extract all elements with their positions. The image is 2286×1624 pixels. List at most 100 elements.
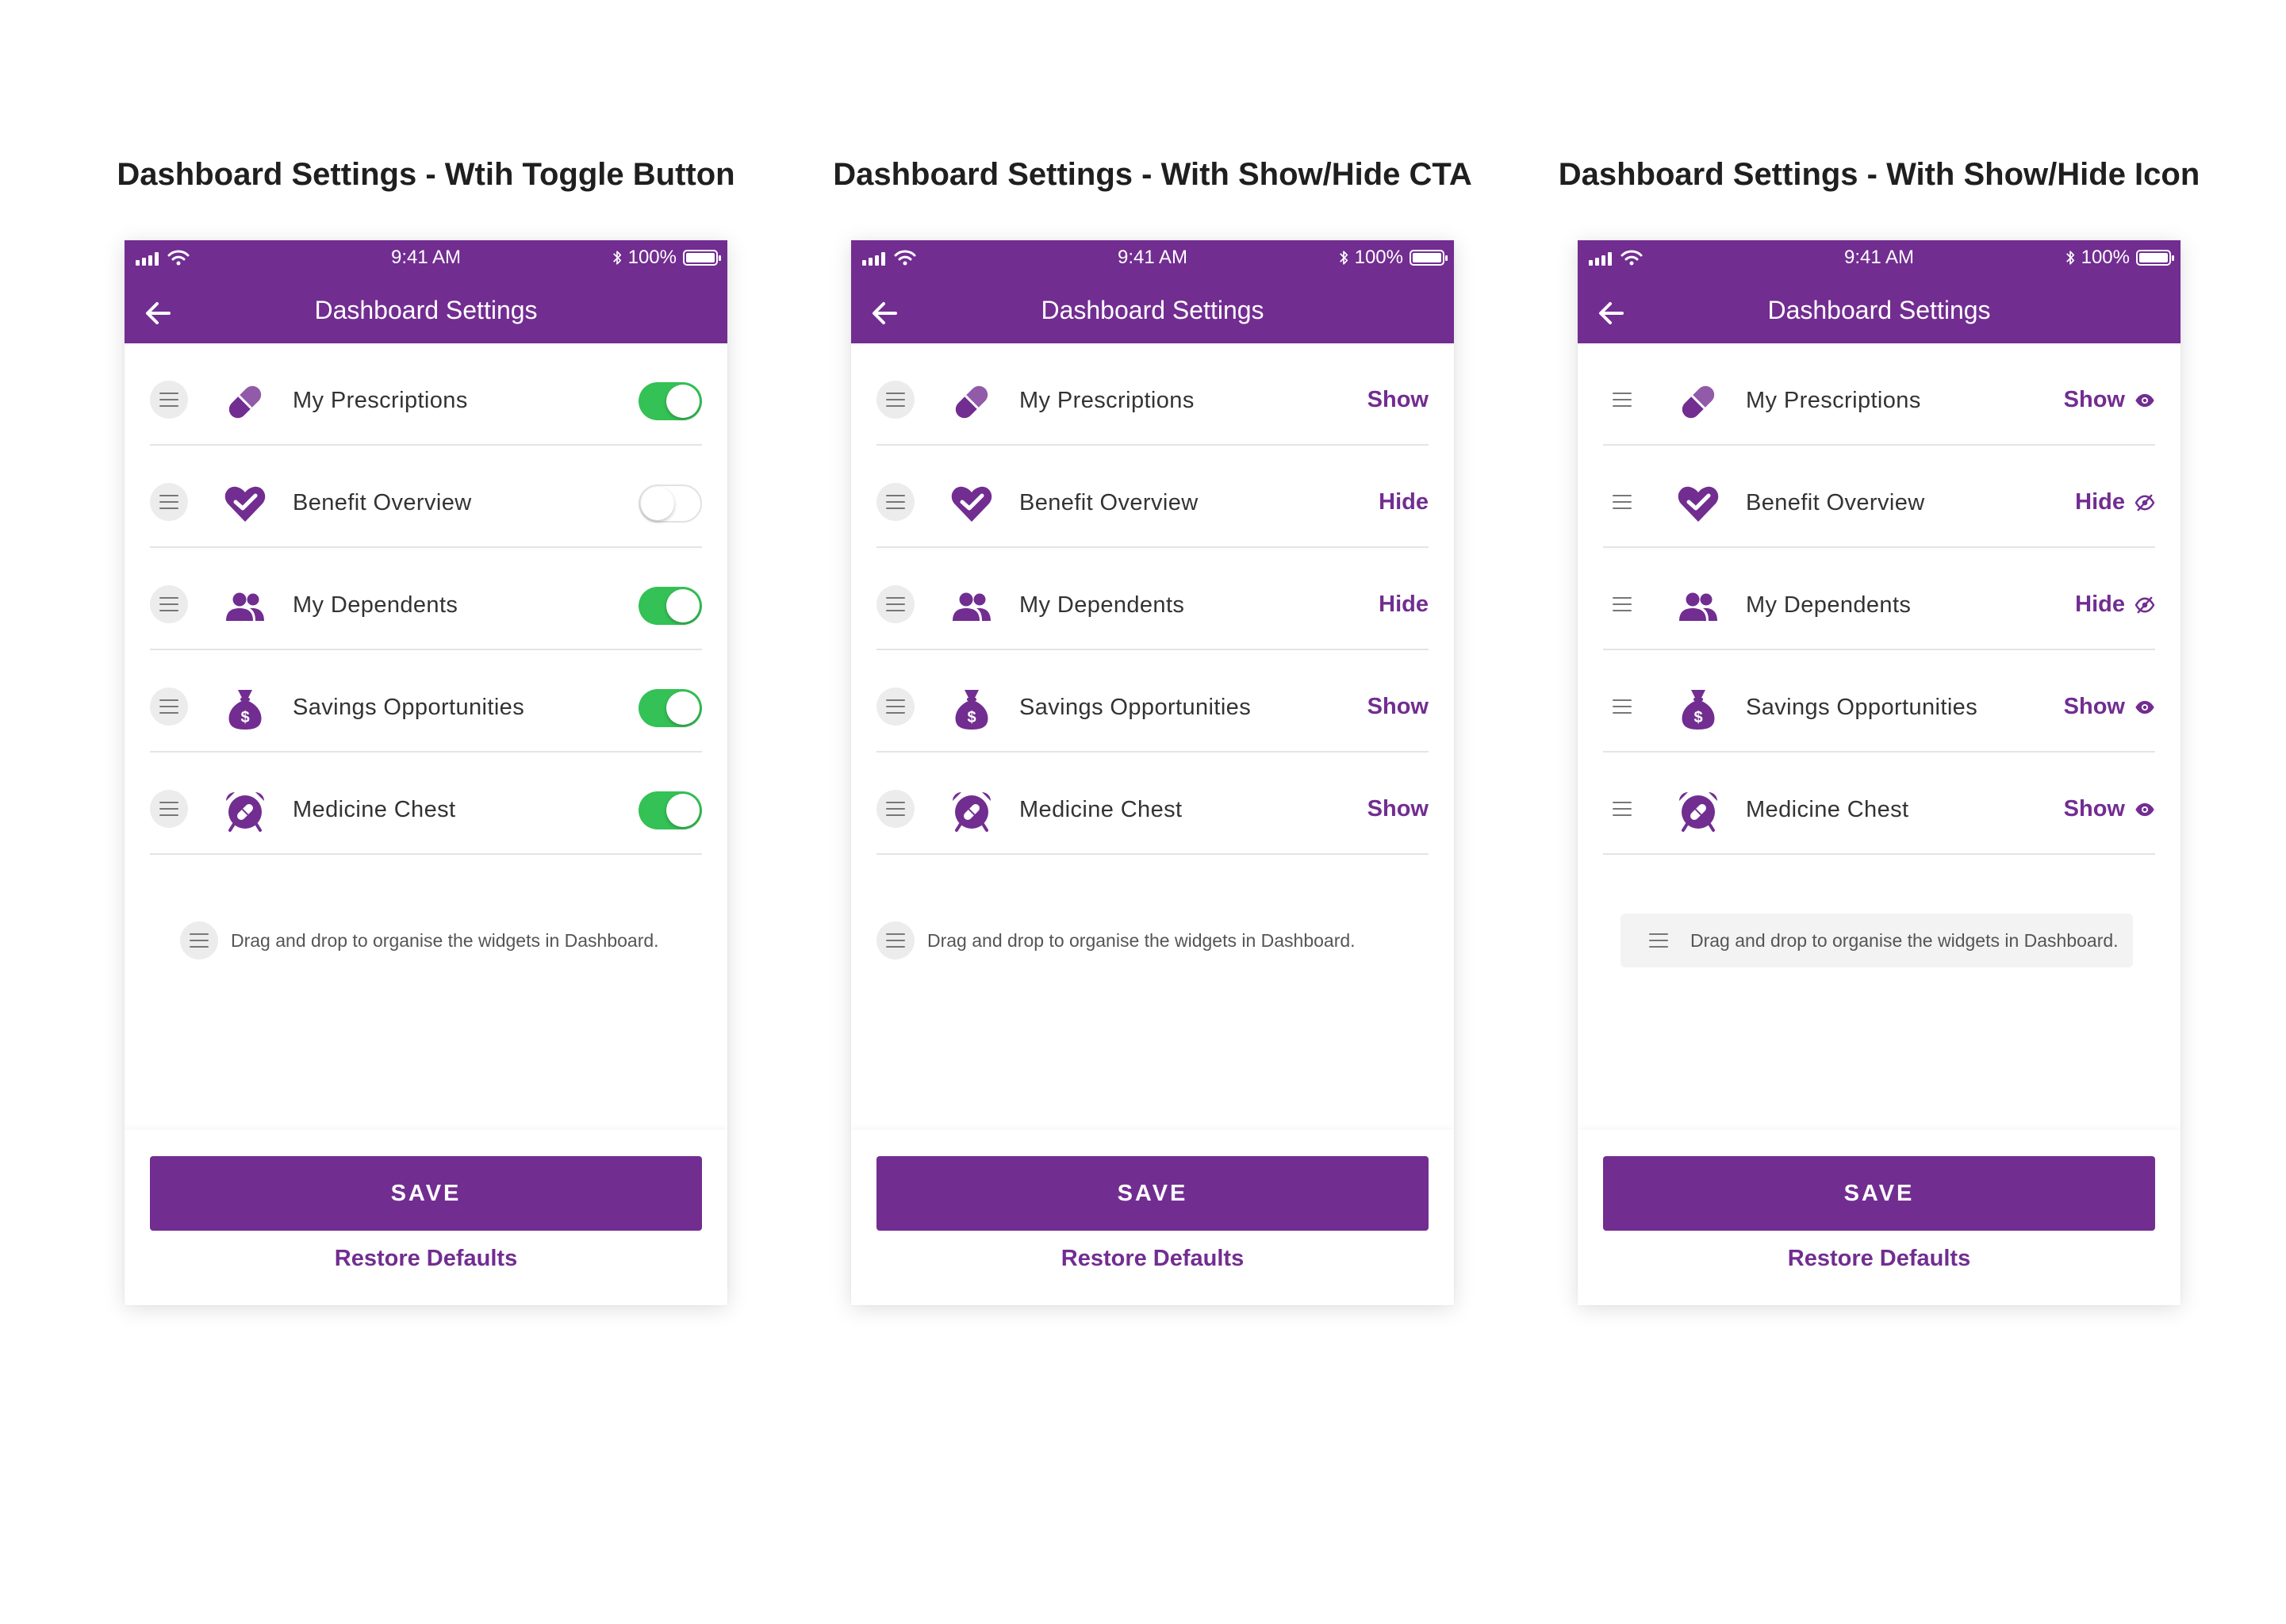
status-right: 100% <box>1339 247 1448 269</box>
list-item[interactable]: $ Savings Opportunities Show <box>1603 650 2155 753</box>
restore-defaults-link[interactable]: Restore Defaults <box>125 1246 727 1272</box>
list-item-label: Medicine Chest <box>293 797 456 822</box>
save-button[interactable]: SAVE <box>1603 1156 2155 1231</box>
list-item[interactable]: Benefit Overview <box>150 446 702 548</box>
battery-percent: 100% <box>2081 247 2130 268</box>
drag-handle-icon[interactable] <box>876 381 915 419</box>
list-item[interactable]: Medicine Chest <box>150 753 702 855</box>
drag-handle-icon[interactable] <box>876 483 915 521</box>
list-item[interactable]: $ Savings Opportunities <box>150 650 702 753</box>
footer: SAVE Restore Defaults <box>125 1130 727 1305</box>
eye-slash-icon <box>2134 596 2155 614</box>
app-bar: 9:41 AM 100% Dashboard Settings <box>125 240 727 343</box>
drag-handle-icon[interactable] <box>150 483 188 521</box>
show-hide-button[interactable]: Hide <box>2075 489 2155 515</box>
list-item-label: My Dependents <box>1746 592 1912 618</box>
battery-icon <box>683 250 721 266</box>
show-hide-button[interactable]: Show <box>2064 796 2155 822</box>
eye-icon <box>2134 700 2155 714</box>
show-hide-button[interactable]: Show <box>1367 796 1429 822</box>
list-item[interactable]: My Dependents Hide <box>1603 548 2155 650</box>
drag-hint: Drag and drop to organise the widgets in… <box>180 914 659 967</box>
drag-handle-icon[interactable] <box>1603 381 1641 419</box>
drag-handle-icon[interactable] <box>1603 585 1641 623</box>
money-bag-icon: $ <box>1676 687 1720 731</box>
footer: SAVE Restore Defaults <box>1578 1130 2181 1305</box>
eye-icon <box>2134 393 2155 408</box>
show-hide-button[interactable]: Show <box>1367 694 1429 720</box>
drag-handle-icon[interactable] <box>876 790 915 828</box>
list-item-label: Savings Opportunities <box>1019 695 1252 720</box>
svg-text:$: $ <box>967 709 976 726</box>
drag-handle-icon[interactable] <box>150 790 188 828</box>
save-button[interactable]: SAVE <box>876 1156 1429 1231</box>
money-bag-icon: $ <box>949 687 994 731</box>
visibility-toggle[interactable] <box>639 382 702 420</box>
list-item[interactable]: My Dependents <box>150 548 702 650</box>
visibility-toggle[interactable] <box>639 587 702 625</box>
list-item[interactable]: $ Savings Opportunities Show <box>876 650 1429 753</box>
show-hide-button[interactable]: Show <box>1367 387 1429 413</box>
drag-handle-icon[interactable] <box>1603 483 1641 521</box>
visibility-toggle[interactable] <box>639 791 702 829</box>
drag-handle-icon[interactable] <box>1603 688 1641 726</box>
phone-screen: 9:41 AM 100% Dashboard Settings My Prescrip… <box>851 240 1454 1305</box>
list-item-label: My Prescriptions <box>293 388 468 413</box>
show-hide-label: Show <box>2063 694 2125 719</box>
people-icon <box>949 584 994 629</box>
drag-handle-icon[interactable] <box>876 688 915 726</box>
show-hide-label: Hide <box>2075 489 2125 515</box>
list-item-label: My Prescriptions <box>1019 388 1195 413</box>
list-item[interactable]: Benefit Overview Hide <box>876 446 1429 548</box>
drag-hint: Drag and drop to organise the widgets in… <box>1621 914 2133 967</box>
show-hide-button[interactable]: Hide <box>1379 489 1429 515</box>
drag-hint-text: Drag and drop to organise the widgets in… <box>231 929 659 951</box>
svg-text:$: $ <box>1693 709 1702 726</box>
show-hide-button[interactable]: Hide <box>2075 592 2155 618</box>
show-hide-button[interactable]: Show <box>2064 694 2155 720</box>
alarm-clock-pill-icon <box>949 789 994 833</box>
list-item[interactable]: My Prescriptions <box>150 343 702 446</box>
widget-list: My Prescriptions Benefit Overview My Depen… <box>150 343 702 855</box>
drag-handle-icon <box>1640 921 1678 959</box>
drag-handle-icon[interactable] <box>150 688 188 726</box>
list-item-label: Medicine Chest <box>1746 797 1909 822</box>
show-hide-label: Hide <box>2075 592 2125 617</box>
heart-check-icon <box>949 482 994 527</box>
heart-check-icon <box>223 482 267 527</box>
drag-handle-icon[interactable] <box>876 585 915 623</box>
bluetooth-icon <box>612 249 622 266</box>
variant-title: Dashboard Settings - With Show/Hide CTA <box>833 157 1472 192</box>
list-item[interactable]: My Prescriptions Show <box>1603 343 2155 446</box>
pill-icon <box>223 380 267 424</box>
widget-list: My Prescriptions Show Benefit Overview Hide… <box>876 343 1429 855</box>
show-hide-button[interactable]: Show <box>2064 387 2155 413</box>
phone-screen: 9:41 AM 100% Dashboard Settings My Prescrip… <box>125 240 727 1305</box>
list-item[interactable]: Medicine Chest Show <box>876 753 1429 855</box>
drag-handle-icon[interactable] <box>150 585 188 623</box>
visibility-toggle[interactable] <box>639 485 702 523</box>
visibility-toggle[interactable] <box>639 689 702 727</box>
save-button[interactable]: SAVE <box>150 1156 702 1231</box>
status-right: 100% <box>2065 247 2174 269</box>
drag-handle-icon[interactable] <box>1603 790 1641 828</box>
eye-icon <box>2134 802 2155 817</box>
restore-defaults-link[interactable]: Restore Defaults <box>851 1246 1454 1272</box>
list-item[interactable]: Medicine Chest Show <box>1603 753 2155 855</box>
list-item-label: My Dependents <box>293 592 458 618</box>
list-item[interactable]: My Dependents Hide <box>876 548 1429 650</box>
toggle-knob <box>641 487 674 520</box>
restore-defaults-link[interactable]: Restore Defaults <box>1578 1246 2181 1272</box>
pill-icon <box>949 380 994 424</box>
drag-handle-icon <box>180 921 218 959</box>
list-item[interactable]: My Prescriptions Show <box>876 343 1429 446</box>
show-hide-button[interactable]: Hide <box>1379 592 1429 618</box>
page-title: Dashboard Settings <box>314 296 538 324</box>
page-title: Dashboard Settings <box>1767 296 1991 324</box>
list-item[interactable]: Benefit Overview Hide <box>1603 446 2155 548</box>
variant-title: Dashboard Settings - Wtih Toggle Button <box>117 157 735 192</box>
bluetooth-icon <box>1339 249 1348 266</box>
page-title: Dashboard Settings <box>1041 296 1264 324</box>
drag-handle-icon[interactable] <box>150 381 188 419</box>
alarm-clock-pill-icon <box>223 789 267 833</box>
